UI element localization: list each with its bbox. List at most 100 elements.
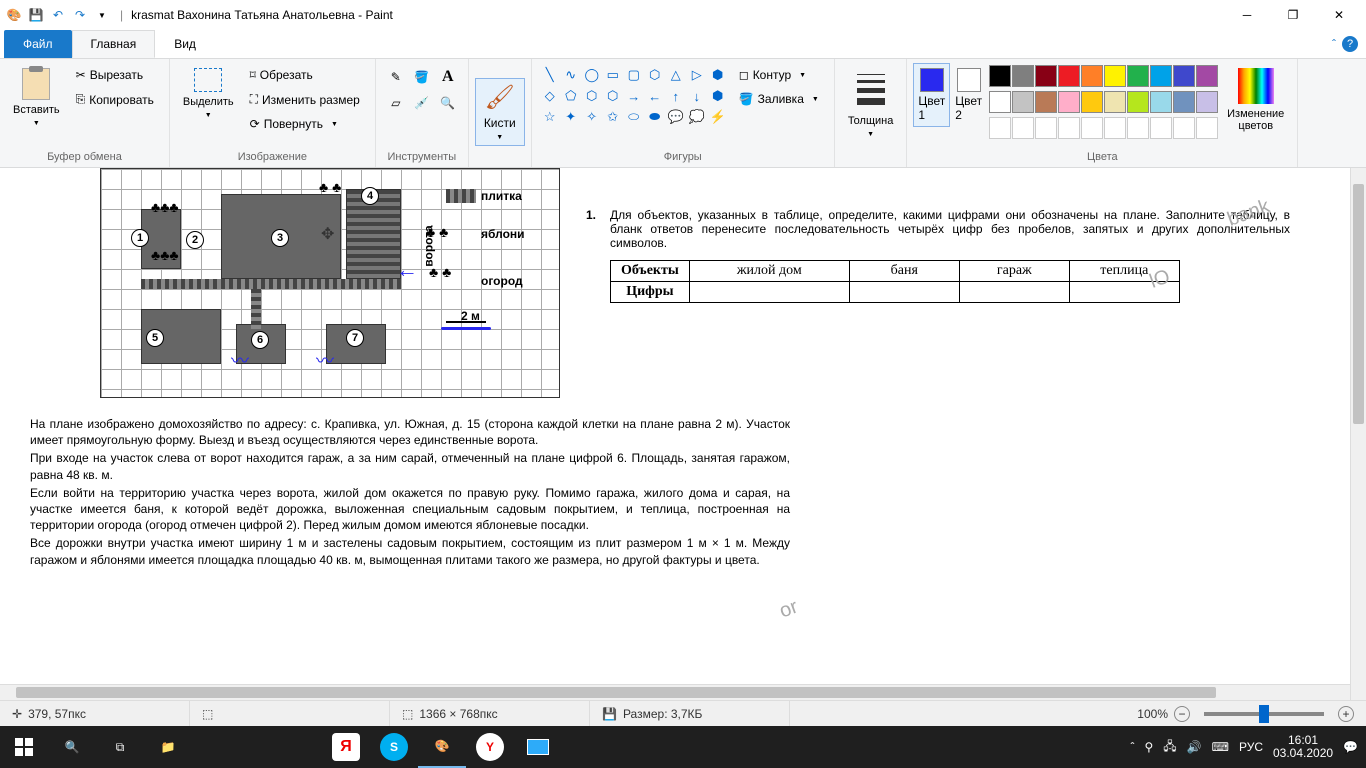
- brushes-button[interactable]: 🖌 Кисти ▼: [475, 78, 525, 146]
- start-button[interactable]: [0, 726, 48, 768]
- color-swatch[interactable]: [1150, 65, 1172, 87]
- copy-button[interactable]: ⎘Копировать: [71, 89, 159, 110]
- redo-icon[interactable]: ↷: [70, 5, 90, 25]
- color-swatch[interactable]: [1104, 65, 1126, 87]
- color-swatch[interactable]: [1150, 117, 1172, 139]
- scrollbar-vertical[interactable]: [1350, 168, 1366, 708]
- resize-icon: ⛶: [250, 92, 258, 107]
- thickness-icon: [851, 68, 891, 111]
- color-swatch[interactable]: [1081, 91, 1103, 113]
- color-swatch[interactable]: [1081, 65, 1103, 87]
- maximize-button[interactable]: ❐: [1270, 0, 1316, 30]
- color-swatch[interactable]: [1104, 117, 1126, 139]
- color-swatch[interactable]: [1012, 91, 1034, 113]
- cut-button[interactable]: ✂Вырезать: [71, 65, 159, 85]
- keyboard-icon[interactable]: ⌨: [1212, 740, 1229, 754]
- help-icon[interactable]: ?: [1342, 36, 1358, 52]
- qat-dropdown-icon[interactable]: ▼: [92, 5, 112, 25]
- color-swatch[interactable]: [1127, 65, 1149, 87]
- tray-chevron-icon[interactable]: ˆ: [1130, 740, 1134, 754]
- tab-home[interactable]: Главная: [72, 30, 156, 58]
- volume-icon[interactable]: 🔊: [1187, 740, 1202, 754]
- color-swatch[interactable]: [1058, 117, 1080, 139]
- select-icon: [194, 68, 222, 92]
- crop-button[interactable]: ⌑Обрезать: [245, 65, 365, 85]
- paste-button[interactable]: Вставить ▼: [6, 63, 67, 132]
- text-tool[interactable]: A: [436, 65, 460, 89]
- taskview-button[interactable]: ⧉: [96, 726, 144, 768]
- zoom-in-button[interactable]: +: [1338, 706, 1354, 722]
- task-table: Объектыжилой домбанягаражтеплица Цифры: [610, 260, 1180, 303]
- color-swatch[interactable]: [989, 65, 1011, 87]
- color-swatch[interactable]: [1173, 117, 1195, 139]
- search-button[interactable]: 🔍: [48, 726, 96, 768]
- color-swatch[interactable]: [1081, 117, 1103, 139]
- plan-image: 1 2 3 4 5 6 7 ♣♣♣ ♣♣♣ ♣ ♣ ♣ ♣ ♣ ♣ плитка…: [100, 168, 560, 398]
- shapes-gallery[interactable]: ╲∿◯▭▢⬡△▷⬢ ◇⬠⬡⬡→←↑↓⬢ ☆✦✧✩⬭⬬💬💭⚡: [538, 63, 730, 129]
- color-swatch[interactable]: [1104, 91, 1126, 113]
- scrollbar-horizontal[interactable]: [0, 684, 1350, 700]
- rotate-icon: ⟳: [250, 117, 260, 131]
- color-swatch[interactable]: [1127, 91, 1149, 113]
- color-swatch[interactable]: [1196, 117, 1218, 139]
- color-swatch[interactable]: [1035, 91, 1057, 113]
- color-swatch[interactable]: [1012, 117, 1034, 139]
- language-indicator[interactable]: РУС: [1239, 740, 1263, 754]
- color-swatch[interactable]: [1058, 65, 1080, 87]
- explorer-icon[interactable]: 📁: [144, 726, 192, 768]
- selection-icon: ⬚: [202, 707, 213, 721]
- zoom-out-button[interactable]: −: [1174, 706, 1190, 722]
- rotate-button[interactable]: ⟳Повернуть▼: [245, 114, 365, 134]
- eraser-tool[interactable]: ▱: [384, 91, 408, 115]
- color-swatch[interactable]: [1058, 91, 1080, 113]
- notifications-icon[interactable]: 💬: [1343, 740, 1358, 754]
- ribbon-tabs: Файл Главная Вид ˆ ?: [0, 30, 1366, 58]
- save-icon[interactable]: 💾: [26, 5, 46, 25]
- paint-taskbar-icon[interactable]: 🎨: [418, 726, 466, 768]
- minimize-button[interactable]: ─: [1224, 0, 1270, 30]
- zoom-value: 100%: [1137, 707, 1168, 721]
- close-button[interactable]: ✕: [1316, 0, 1362, 30]
- monitor-icon[interactable]: [514, 726, 562, 768]
- color-swatch[interactable]: [1173, 91, 1195, 113]
- yandex-browser-icon[interactable]: Y: [466, 726, 514, 768]
- pencil-tool[interactable]: ✎: [384, 65, 408, 89]
- fill-tool[interactable]: 🪣: [410, 65, 434, 89]
- wifi-icon[interactable]: ⚲: [1144, 740, 1153, 754]
- color1-button[interactable]: Цвет 1: [913, 63, 950, 127]
- color-swatch[interactable]: [989, 117, 1011, 139]
- select-button[interactable]: Выделить ▼: [176, 63, 241, 124]
- color2-button[interactable]: Цвет 2: [950, 63, 987, 127]
- picker-tool[interactable]: 💉: [410, 91, 434, 115]
- color-swatch[interactable]: [1173, 65, 1195, 87]
- color-swatch[interactable]: [1012, 65, 1034, 87]
- group-label-clipboard: Буфер обмена: [6, 149, 163, 165]
- resize-button[interactable]: ⛶Изменить размер: [245, 89, 365, 110]
- edit-colors-button[interactable]: Изменение цветов: [1220, 63, 1291, 137]
- undo-icon[interactable]: ↶: [48, 5, 68, 25]
- shape-outline-button[interactable]: ◻Контур▼: [734, 65, 824, 85]
- color-swatch[interactable]: [1035, 117, 1057, 139]
- canvas-area[interactable]: 1 2 3 4 5 6 7 ♣♣♣ ♣♣♣ ♣ ♣ ♣ ♣ ♣ ♣ плитка…: [0, 168, 1350, 720]
- skype-icon[interactable]: S: [370, 726, 418, 768]
- zoom-slider[interactable]: [1204, 712, 1324, 716]
- color-swatch[interactable]: [1196, 65, 1218, 87]
- color-swatch[interactable]: [989, 91, 1011, 113]
- tab-view[interactable]: Вид: [155, 30, 215, 58]
- status-size: Размер: 3,7КБ: [623, 707, 702, 721]
- tab-file[interactable]: Файл: [4, 30, 72, 58]
- color-swatch[interactable]: [1196, 91, 1218, 113]
- color-swatch[interactable]: [1127, 117, 1149, 139]
- statusbar: ✛379, 57пкс ⬚ ⬚1366 × 768пкс 💾Размер: 3,…: [0, 700, 1366, 726]
- network-icon[interactable]: 🖧: [1163, 737, 1176, 758]
- color-swatch[interactable]: [1035, 65, 1057, 87]
- tray-clock[interactable]: 16:0103.04.2020: [1273, 734, 1333, 760]
- task-block: 1. Для объектов, указанных в таблице, оп…: [610, 208, 1290, 303]
- thickness-button[interactable]: Толщина ▼: [841, 63, 901, 143]
- collapse-ribbon-icon[interactable]: ˆ: [1332, 37, 1336, 51]
- color-swatch[interactable]: [1150, 91, 1172, 113]
- zoom-tool[interactable]: 🔍: [436, 91, 460, 115]
- shape-fill-button[interactable]: 🪣Заливка▼: [734, 89, 824, 109]
- color-palette[interactable]: [987, 63, 1220, 89]
- yandex-icon[interactable]: Я: [322, 726, 370, 768]
